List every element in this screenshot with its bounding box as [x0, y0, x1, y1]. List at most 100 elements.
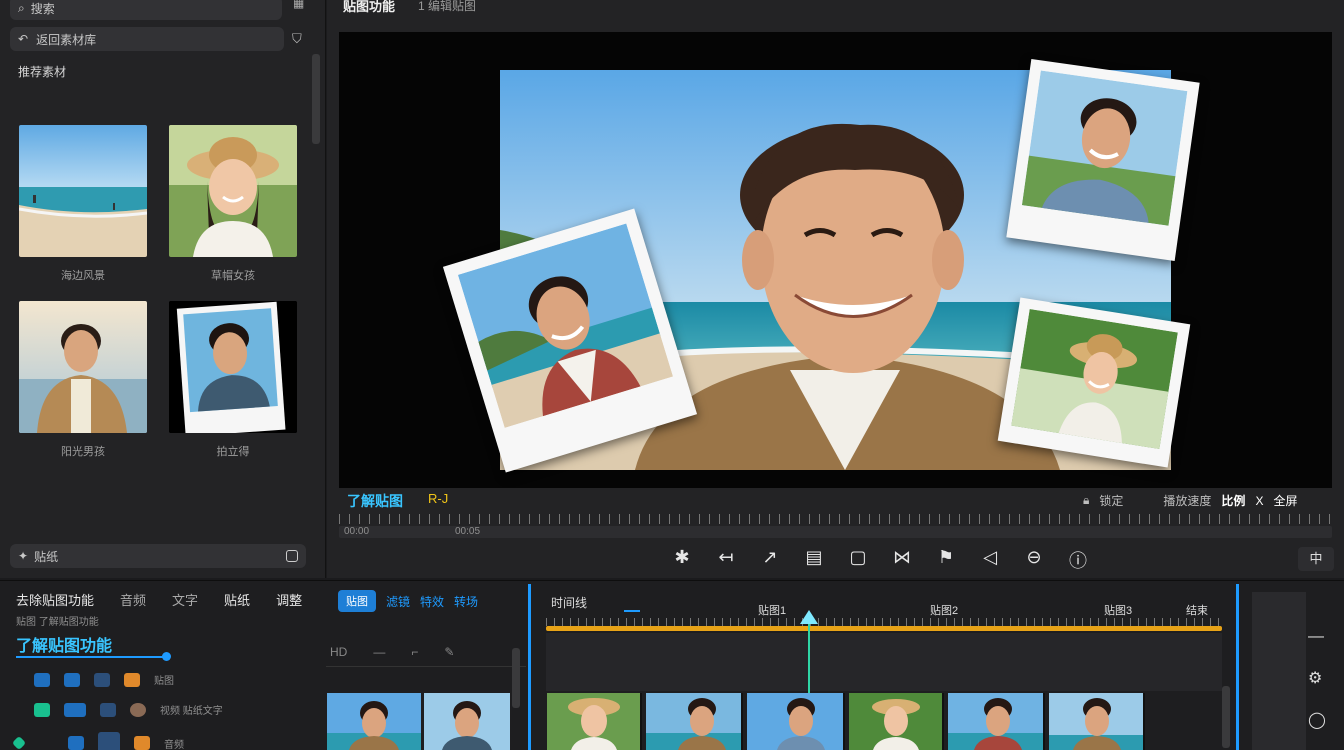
back-icon: ↶ — [18, 32, 29, 46]
clip-scrollbar[interactable] — [512, 648, 520, 708]
timeline-scrollbar[interactable] — [1222, 686, 1230, 748]
grid-small-icon[interactable] — [94, 672, 110, 687]
clip-tools: HD — ⌐ ✎ — [330, 645, 454, 659]
media-item-beach[interactable]: 海边风景 — [19, 125, 147, 283]
media-item-sunny-boy[interactable]: 阳光男孩 — [19, 301, 147, 459]
copy-icon[interactable]: ▤ — [800, 547, 828, 573]
hd-icon[interactable]: HD — [330, 645, 347, 659]
marker-label: 贴图2 — [930, 605, 959, 617]
track-label: 音频 — [164, 739, 184, 750]
heading-underline — [16, 656, 168, 658]
audio-icon[interactable]: ◁ — [976, 547, 1004, 573]
link-icon[interactable] — [64, 672, 80, 687]
center-button[interactable]: 中 — [1298, 547, 1334, 571]
cloud-icon[interactable] — [64, 702, 86, 717]
pen-icon[interactable]: ✎ — [444, 645, 454, 659]
stack-icon[interactable] — [68, 736, 84, 750]
timeline-clip[interactable] — [948, 693, 1045, 750]
track-label: 贴图 — [154, 676, 174, 687]
close-label[interactable]: X — [1255, 494, 1263, 508]
crop-icon[interactable]: ▢ — [844, 547, 872, 573]
timeline-clip[interactable] — [547, 693, 642, 750]
avatar-icon[interactable] — [130, 702, 146, 717]
polaroid-sticker-bottom-right[interactable] — [997, 297, 1191, 468]
media-scrollbar[interactable] — [312, 54, 320, 144]
corner-icon[interactable]: ⌐ — [411, 645, 418, 659]
timeline-clip[interactable] — [646, 693, 743, 750]
right-tools: — ⚙ ◯ — [1308, 628, 1326, 730]
sticker-bar[interactable]: ✦ 贴纸 — [10, 544, 306, 568]
polaroid-sticker-top-right[interactable] — [1006, 59, 1200, 261]
box-icon[interactable]: ⊖ — [1020, 547, 1048, 573]
timeline-clip[interactable] — [747, 693, 845, 750]
marker-label: 贴图1 — [758, 605, 787, 617]
lock-icon[interactable]: 🔒︎ — [1083, 493, 1089, 508]
chip-transition[interactable]: 转场 — [454, 593, 478, 610]
media-item-polaroid[interactable]: 拍立得 — [169, 301, 297, 459]
track-label: 视频 贴纸文字 — [160, 706, 223, 717]
diamond-icon[interactable] — [11, 735, 27, 750]
undo-icon[interactable]: ↤ — [712, 547, 740, 573]
settings-icon[interactable]: ⚙ — [1308, 668, 1326, 688]
green-icon[interactable] — [34, 702, 50, 717]
timeline-right-edge — [1236, 584, 1239, 750]
speed-label[interactable]: 播放速度 — [1163, 492, 1211, 509]
tab-adjust[interactable]: 调整 — [276, 590, 302, 609]
marker-label: 结束 — [1186, 605, 1208, 617]
cut-icon[interactable]: ✱ — [668, 547, 696, 573]
tab-remove-sticker[interactable]: 去除贴图功能 — [16, 590, 94, 609]
right-tool-column — [1252, 592, 1306, 750]
tab-sticker[interactable]: 贴纸 — [224, 590, 250, 609]
chip-effect[interactable]: 特效 — [420, 593, 444, 610]
timeline-progress-bar[interactable] — [546, 626, 1222, 631]
minus-icon[interactable]: — — [373, 645, 385, 659]
search-bar[interactable]: ⌕ 搜索 — [10, 0, 282, 20]
media-caption: 海边风景 — [61, 270, 105, 282]
media-item-hat-girl[interactable]: 草帽女孩 — [169, 125, 297, 283]
edit-toolbar: ✱ ↤ ↗ ▤ ▢ ⋈ ⚑ ◁ ⊖ ⓘ — [668, 547, 1092, 573]
preview-scrubber[interactable] — [339, 526, 1332, 538]
chip-row: 贴图 滤镜 特效 转场 — [338, 590, 478, 612]
ring-icon[interactable]: ◯ — [1308, 710, 1326, 730]
grid-small-icon[interactable] — [100, 702, 116, 717]
hat-girl-thumbnail — [169, 125, 297, 257]
timeline-clip[interactable] — [849, 693, 944, 750]
square-icon[interactable] — [98, 732, 120, 750]
timeline-ruler — [546, 618, 1222, 626]
flag-icon[interactable]: ⚑ — [932, 547, 960, 573]
time-mid: 00:05 — [455, 526, 481, 537]
clip-thumb[interactable] — [424, 693, 510, 750]
t-icon[interactable] — [134, 736, 150, 750]
redo-icon[interactable]: ↗ — [756, 547, 784, 573]
mirror-icon[interactable]: ⋈ — [888, 547, 916, 573]
chip-filter[interactable]: 滤镜 — [386, 593, 410, 610]
info-icon[interactable]: ⓘ — [1064, 547, 1092, 573]
playhead-handle[interactable] — [800, 610, 818, 624]
tab-text[interactable]: 文字 — [172, 590, 198, 609]
filter-icon[interactable]: ⛉ — [292, 31, 302, 47]
tab-audio[interactable]: 音频 — [120, 590, 146, 609]
underline-handle[interactable] — [162, 652, 171, 661]
chip-sticker[interactable]: 贴图 — [338, 590, 376, 612]
timeline-clip[interactable] — [1049, 693, 1145, 750]
beach-thumbnail — [19, 125, 147, 257]
track-row-1: 贴图 — [34, 672, 174, 687]
timeline-left-edge — [528, 584, 531, 750]
sunny-boy-thumbnail — [19, 301, 147, 433]
sticker-small-icon[interactable] — [124, 672, 140, 687]
back-button[interactable]: ↶ 返回素材库 — [10, 27, 284, 51]
preview-subtitle: 1 编辑贴图 — [418, 0, 477, 13]
media-caption: 草帽女孩 — [211, 270, 255, 282]
timeline-track-area[interactable] — [546, 633, 1222, 691]
grid-icon[interactable]: ▦ — [293, 0, 304, 10]
clip-thumb[interactable] — [327, 693, 421, 750]
checkbox-icon[interactable] — [286, 550, 298, 562]
search-icon: ⌕ — [18, 0, 25, 15]
search-label: 搜索 — [30, 1, 55, 16]
fullscreen-label[interactable]: 全屏 — [1273, 492, 1297, 509]
layer-icon[interactable] — [34, 672, 50, 687]
ratio-label[interactable]: 比例 — [1221, 492, 1245, 509]
main-heading: 了解贴图功能 — [16, 638, 113, 655]
minus-line-icon[interactable]: — — [1308, 628, 1326, 646]
divider — [326, 666, 526, 667]
